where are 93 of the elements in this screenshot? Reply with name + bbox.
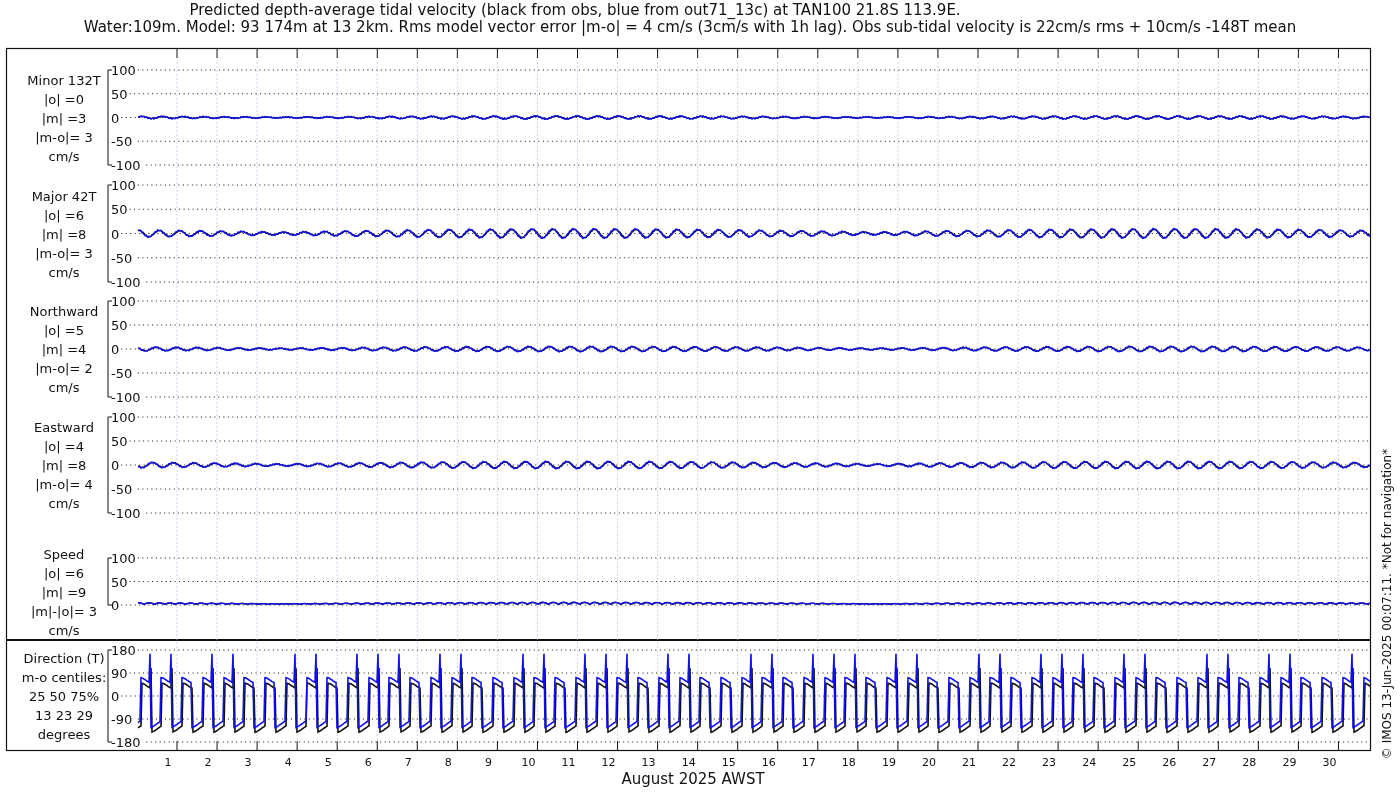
tick-label: 50: [111, 318, 128, 333]
panel-label: m-o centiles:: [21, 670, 107, 685]
tick-label: 16: [761, 756, 776, 769]
tick-label: 0: [111, 598, 120, 613]
tick-label: 100: [111, 294, 136, 309]
panel-label: |m| =9: [41, 584, 87, 600]
tick-label: 7: [404, 756, 412, 769]
tick-label: 19: [881, 756, 896, 769]
tick-label: 8: [444, 756, 452, 769]
tick-label: 0: [111, 689, 120, 704]
tick-label: 0: [111, 226, 120, 242]
tick-label: 10: [521, 756, 536, 769]
tick-label: 90: [111, 666, 128, 681]
panel-label: |m-o|= 3: [35, 245, 93, 261]
panel-label: |m|-|o|= 3: [30, 603, 98, 619]
tick-label: 180: [111, 643, 136, 658]
tick-label: 22: [1002, 756, 1017, 769]
tick-label: 28: [1242, 756, 1257, 769]
axis-label: August 2025 AWST: [621, 770, 765, 788]
tick-label: 15: [721, 756, 736, 769]
tick-label: 11: [561, 756, 576, 769]
tick-label: 50: [111, 574, 128, 590]
tick-label: 4: [284, 756, 292, 769]
panel-label: cm/s: [48, 622, 80, 638]
panel-label: |o| =4: [44, 439, 84, 454]
tick-label: 2: [204, 756, 212, 769]
panel-label: |m| =3: [41, 110, 87, 126]
panel-label: |m-o|= 4: [35, 477, 93, 492]
tick-label: 26: [1162, 756, 1177, 769]
tick-label: 100: [111, 63, 136, 78]
panel-label: cm/s: [48, 380, 80, 395]
panel-label: |o| =6: [44, 207, 84, 223]
panel-label: Direction (T): [23, 651, 105, 666]
tick-label: -100: [111, 506, 141, 521]
tick-label: 100: [111, 551, 136, 566]
panel-label: cm/s: [48, 496, 80, 511]
chart-title: Predicted depth-average tidal velocity (black from obs, blue from out71_13c) at TAN100 21.8S 113.9E.: [189, 1, 961, 19]
panel-label: |m| =8: [41, 458, 87, 473]
panel-label: Major 42T: [31, 188, 97, 204]
panel-label: |o| =0: [44, 91, 84, 107]
tick-label: -50: [111, 482, 133, 497]
tick-label: 0: [111, 342, 120, 357]
panel-label: Speed: [43, 546, 85, 562]
tick-label: -180: [111, 735, 141, 750]
panel-label: degrees: [37, 727, 91, 742]
tick-label: 50: [111, 434, 128, 449]
tick-label: -50: [111, 134, 133, 150]
tick-label: 27: [1202, 756, 1217, 769]
tick-label: 50: [111, 202, 128, 218]
tick-label: 23: [1042, 756, 1057, 769]
panel-label: |m| =8: [41, 226, 87, 242]
panel-label: |m| =4: [41, 342, 87, 357]
panel-label: 25 50 75%: [28, 689, 100, 704]
panel-label: |m-o|= 2: [35, 361, 93, 376]
panel-label: Minor 132T: [27, 72, 101, 88]
tick-label: -50: [111, 250, 133, 266]
y-axis: [107, 557, 113, 606]
chart-title: Water:109m. Model: 93 174m at 13 2km. Rms model vector error |m-o| = 4 cm/s (3cm/s with 1h lag). Obs sub-tidal velocity is 22cm/s rms + 10cm/s -148T mean: [83, 18, 1297, 36]
tick-label: 5: [324, 756, 332, 769]
tick-label: -100: [111, 390, 141, 405]
copyright-notice: © IMOS 13-Jun-2025 00:07:11. *Not for navigation*: [1380, 448, 1394, 760]
tick-label: 30: [1322, 756, 1337, 769]
tick-label: 25: [1122, 756, 1137, 769]
panel-label: |o| =6: [44, 565, 84, 581]
panel-label: Northward: [29, 304, 99, 319]
tick-label: 1: [164, 756, 172, 769]
panel-label: |o| =5: [44, 323, 84, 338]
panel-label: cm/s: [48, 148, 80, 164]
tick-label: 14: [681, 756, 696, 769]
panel-label: Eastward: [34, 420, 94, 435]
tick-label: 50: [111, 86, 128, 102]
tick-label: 3: [244, 756, 252, 769]
tick-label: 24: [1082, 756, 1097, 769]
tick-label: -100: [111, 275, 141, 290]
panel-label: cm/s: [48, 264, 80, 280]
tick-label: 0: [111, 458, 120, 473]
tick-label: 12: [601, 756, 616, 769]
tick-label: 18: [841, 756, 856, 769]
tick-label: 6: [364, 756, 372, 769]
panel-label: 13 23 29: [35, 708, 93, 723]
tick-label: 20: [921, 756, 936, 769]
tick-label: -90: [111, 712, 133, 727]
tick-label: 17: [801, 756, 816, 769]
tick-label: 100: [111, 178, 136, 193]
tick-label: 9: [484, 756, 492, 769]
tick-label: 21: [962, 756, 976, 769]
tick-label: -50: [111, 366, 133, 381]
tick-label: 29: [1282, 756, 1297, 769]
tick-label: 0: [111, 110, 120, 126]
tick-label: 100: [111, 410, 136, 425]
panel-label: |m-o|= 3: [35, 129, 93, 145]
tick-label: -100: [111, 158, 141, 173]
tick-label: 13: [641, 756, 656, 769]
